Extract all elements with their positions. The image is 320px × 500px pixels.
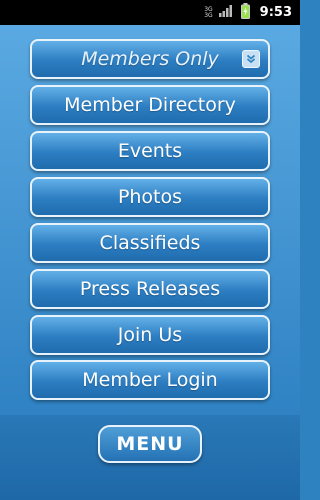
classifieds-label: Classifieds [99,232,201,254]
members-only-dropdown[interactable]: Members Only [30,39,270,79]
battery-charging-icon [240,3,250,22]
status-bar: 3G 3G 9:53 [0,0,300,25]
events-button[interactable]: Events [30,131,270,171]
join-us-button[interactable]: Join Us [30,315,270,355]
classifieds-button[interactable]: Classifieds [30,223,270,263]
bottom-bar: MENU [0,415,300,500]
photos-label: Photos [117,186,183,208]
join-us-label: Join Us [117,324,183,346]
press-releases-button[interactable]: Press Releases [30,269,270,309]
member-login-button[interactable]: Member Login [30,360,270,400]
member-login-label: Member Login [82,369,218,391]
member-directory-label: Member Directory [64,94,236,116]
clock: 9:53 [259,5,292,20]
network-type-bottom: 3G [204,11,213,19]
members-only-label: Members Only [81,48,219,70]
chevron-down-icon [242,50,260,68]
menu-button[interactable]: MENU [98,425,202,463]
menu-button-label: MENU [116,433,184,455]
press-releases-label: Press Releases [79,278,221,300]
main-menu-panel: Members Only Member Directory Events Pho… [0,25,300,415]
network-indicator: 3G 3G [204,6,213,19]
member-directory-button[interactable]: Member Directory [30,85,270,125]
events-label: Events [117,140,183,162]
signal-strength-icon [218,5,233,20]
photos-button[interactable]: Photos [30,177,270,217]
